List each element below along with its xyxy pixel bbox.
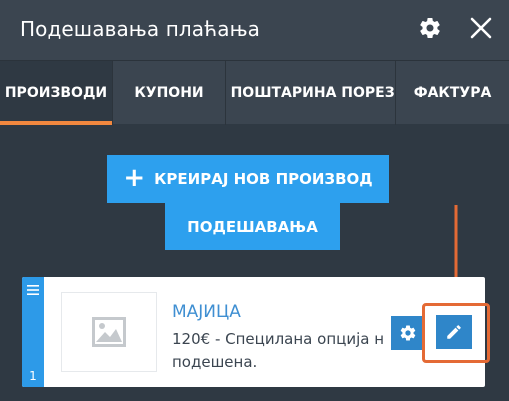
create-product-button[interactable]: + КРЕИРАЈ НОВ ПРОИЗВОД	[107, 155, 389, 203]
gear-icon[interactable]	[418, 16, 442, 40]
tab-bar: ПРОИЗВОДИ КУПОНИ ПОШТАРИНА ПОРЕЗ ФАКТУРА	[0, 60, 509, 125]
gear-icon	[400, 325, 416, 341]
product-thumbnail	[61, 292, 157, 372]
tab-coupons[interactable]: КУПОНИ	[112, 61, 225, 125]
settings-button[interactable]: ПОДЕШАВАЊА	[165, 203, 340, 250]
edit-product-button[interactable]	[436, 315, 472, 349]
product-settings-button[interactable]	[391, 316, 425, 350]
drag-handle[interactable]: 1	[22, 277, 44, 387]
product-name[interactable]: МАЈИЦА	[172, 302, 241, 322]
tab-shipping[interactable]: ПОШТАРИНА	[225, 61, 341, 125]
tab-products[interactable]: ПРОИЗВОДИ	[0, 61, 112, 125]
plus-icon: +	[123, 163, 146, 193]
pencil-icon	[447, 325, 461, 339]
product-index: 1	[29, 369, 37, 383]
create-product-label: КРЕИРАЈ НОВ ПРОИЗВОД	[154, 170, 373, 188]
dialog-title: Подешавања плаћања	[20, 17, 261, 41]
menu-icon	[27, 285, 39, 295]
product-description: 120€ - Специлана опција н подешена.	[172, 330, 385, 371]
image-placeholder-icon	[92, 317, 126, 347]
tab-tax[interactable]: ПОРЕЗ	[341, 61, 395, 125]
tab-invoice[interactable]: ФАКТУРА	[395, 61, 509, 125]
dialog-header: Подешавања плаћања	[0, 0, 509, 60]
close-icon[interactable]	[467, 14, 495, 42]
